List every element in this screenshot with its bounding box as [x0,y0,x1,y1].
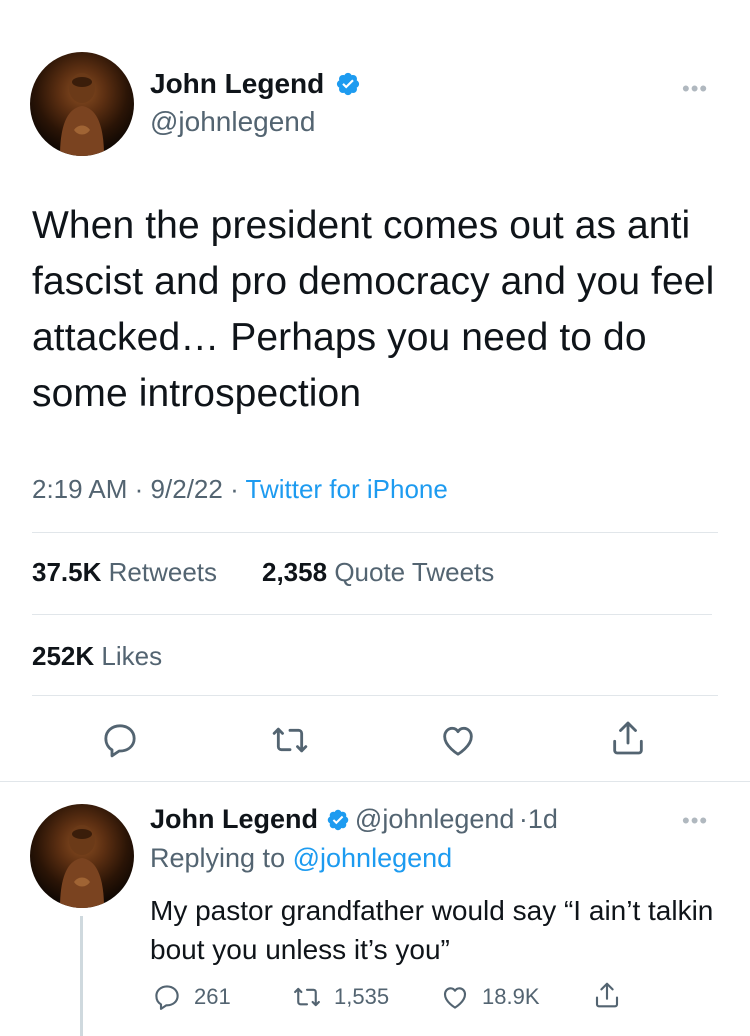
verified-badge-icon [335,71,361,97]
meta-separator: · [134,474,144,504]
quotes-stat[interactable]: 2,358 Quote Tweets [262,557,494,588]
tweet-date[interactable]: 9/2/22 [151,474,223,504]
quotes-label: Quote Tweets [334,557,495,587]
divider [32,532,718,533]
tweet-time[interactable]: 2:19 AM [32,474,127,504]
retweets-count: 37.5K [32,557,102,587]
reply-retweet-action[interactable]: 1,535 [292,982,389,1012]
author-name[interactable]: John Legend [150,68,324,99]
reply-icon[interactable] [100,720,140,760]
reply-share-action[interactable] [592,980,622,1010]
author-avatar[interactable] [30,52,134,156]
thread-line [80,916,83,1036]
likes-stat[interactable]: 252K Likes [32,641,162,672]
meta-separator: · [518,804,528,834]
divider [32,614,712,615]
reply-reply-action[interactable]: 261 [152,982,231,1012]
like-icon[interactable] [440,982,470,1012]
reply-age[interactable]: 1d [528,804,558,834]
author-handle[interactable]: @johnlegend [150,106,315,138]
reply-text: My pastor grandfather would say “I ain’t… [150,895,714,965]
divider [32,695,718,696]
reply-retweets-count: 1,535 [334,984,390,1009]
retweets-label: Retweets [108,557,218,587]
replying-prefix: Replying to [150,843,286,873]
verified-badge-icon [326,808,350,832]
share-icon[interactable] [608,718,648,758]
retweets-stat[interactable]: 37.5K Retweets [32,557,217,588]
tweet-meta: 2:19 AM · 9/2/22 · Twitter for iPhone [32,474,448,505]
reply-replies-count: 261 [194,984,231,1009]
reply-icon[interactable] [152,982,182,1012]
divider [0,781,750,782]
reply-author-name[interactable]: John Legend [150,804,318,834]
like-icon[interactable] [438,720,478,760]
reply-header: John Legend @johnlegend ·1d [150,804,558,835]
more-horizontal-icon[interactable]: ••• [682,808,708,834]
reply-likes-count: 18.9K [482,984,540,1009]
share-icon[interactable] [592,980,622,1010]
more-horizontal-icon[interactable]: ••• [682,76,708,102]
reply-like-action[interactable]: 18.9K [440,982,540,1012]
tweet-source[interactable]: Twitter for iPhone [246,474,448,504]
quotes-count: 2,358 [262,557,328,587]
author-name-row: John Legend [150,68,361,100]
likes-label: Likes [101,641,163,671]
replying-mention[interactable]: @johnlegend [293,843,453,873]
reply-author-handle[interactable]: @johnlegend [355,804,515,834]
replying-to: Replying to @johnlegend [150,843,452,874]
retweet-icon[interactable] [270,720,310,760]
meta-separator: · [230,474,239,504]
retweet-icon[interactable] [292,982,322,1012]
tweet-text: When the president comes out as anti fas… [32,204,715,415]
likes-count: 252K [32,641,95,671]
reply-author-avatar[interactable] [30,804,134,908]
